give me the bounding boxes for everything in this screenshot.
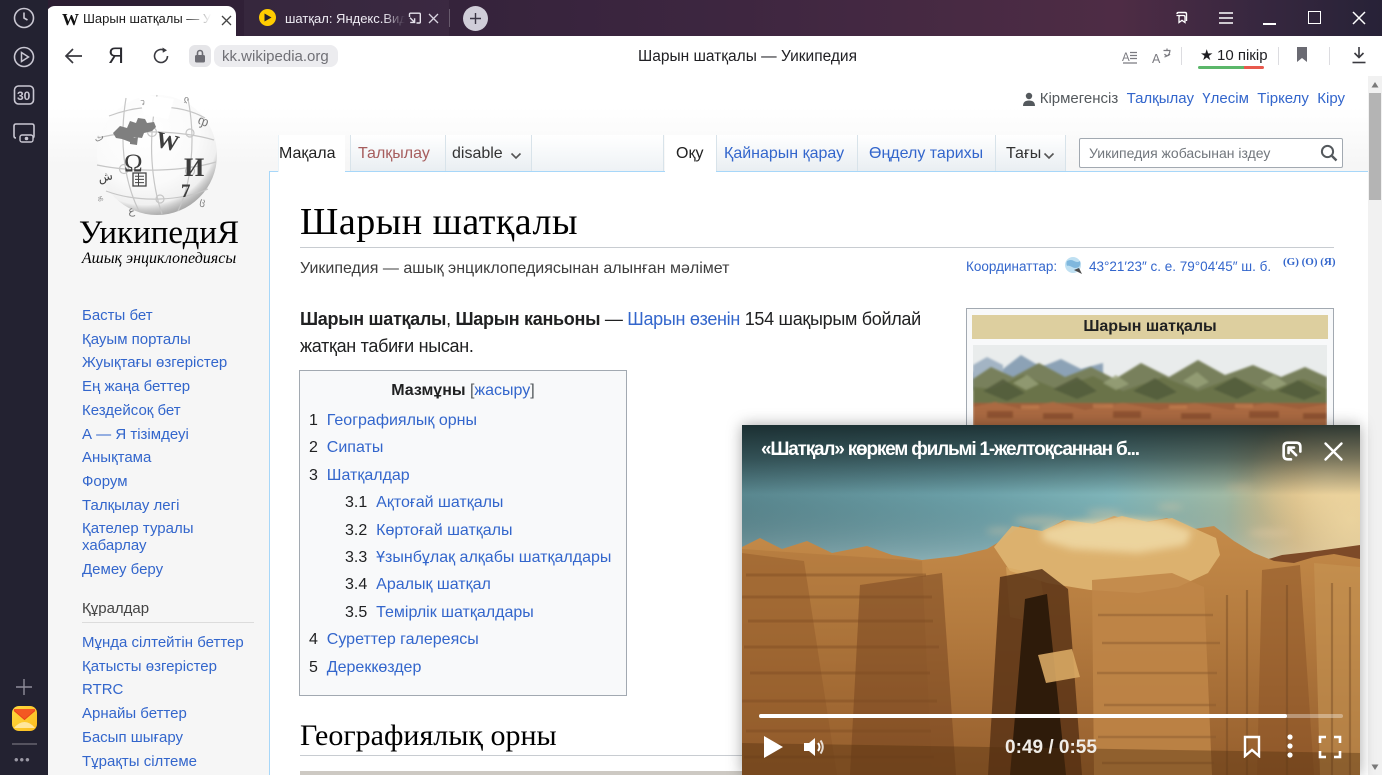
svg-text:ش: ش	[97, 168, 114, 185]
svg-text:ც: ც	[199, 196, 207, 208]
svg-text:7: 7	[181, 181, 191, 202]
svg-text:30: 30	[17, 89, 31, 103]
svg-text:க: க	[96, 192, 105, 203]
svg-text:ว: ว	[140, 97, 146, 107]
svg-text:A: A	[1152, 52, 1161, 65]
svg-text:И: И	[184, 153, 204, 182]
svg-text:A: A	[1122, 52, 1130, 64]
